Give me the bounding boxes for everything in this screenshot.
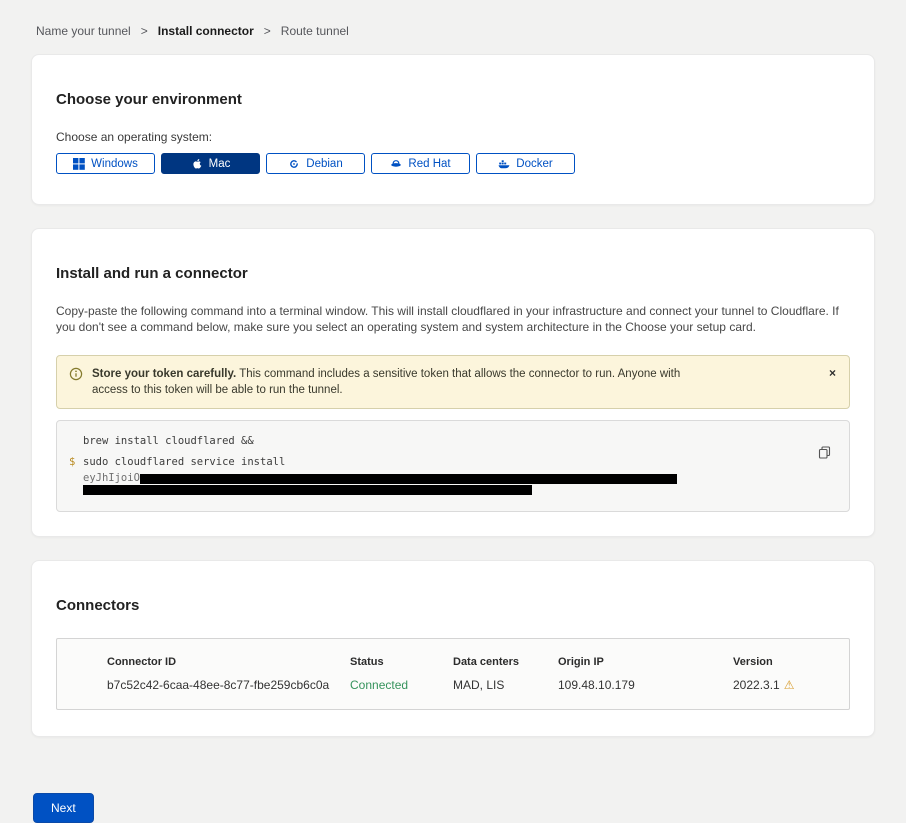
os-button-windows[interactable]: Windows [56,153,155,174]
os-button-label: Windows [91,158,138,170]
os-button-row: Windows Mac Debian [56,153,850,174]
connectors-table: Connector ID Status Data centers Origin … [56,638,850,710]
os-button-label: Docker [516,158,552,170]
cell-origin-ip: 109.48.10.179 [558,678,733,692]
os-button-label: Red Hat [408,158,450,170]
version-text: 2022.3.1 [733,678,780,692]
table-row: b7c52c42-6caa-48ee-8c77-fbe259cb6c0a Con… [57,668,849,709]
col-version: Version [733,656,829,668]
redacted-token-bar [83,485,532,495]
redacted-token-bar [140,474,677,484]
code-line-1-text: brew install cloudflared && [83,431,254,452]
redhat-icon [390,158,402,170]
copy-icon[interactable] [817,445,833,461]
breadcrumb-install-connector[interactable]: Install connector [158,24,254,38]
token-line-1: eyJhIjoiO [69,473,833,484]
docker-icon [498,158,510,170]
info-icon [69,367,83,381]
status-badge: Connected [350,678,453,692]
breadcrumb-separator: > [141,24,148,38]
code-line-1: brew install cloudflared && [69,431,833,452]
connectors-card-title: Connectors [56,597,850,614]
alert-text: Store your token carefully. This command… [92,366,692,398]
os-button-label: Mac [209,158,231,170]
cell-connector-id: b7c52c42-6caa-48ee-8c77-fbe259cb6c0a [107,678,350,692]
breadcrumb-separator: > [264,24,271,38]
install-card: Install and run a connector Copy-paste t… [31,228,875,537]
connectors-table-header: Connector ID Status Data centers Origin … [57,639,849,668]
next-button[interactable]: Next [33,793,94,823]
install-description: Copy-paste the following command into a … [56,303,850,335]
breadcrumb: Name your tunnel > Install connector > R… [0,0,906,54]
install-command-codeblock: brew install cloudflared && $ sudo cloud… [56,420,850,512]
token-warning-alert: Store your token carefully. This command… [56,355,850,409]
os-button-label: Debian [306,158,342,170]
os-select-label: Choose an operating system: [56,130,850,144]
col-origin-ip: Origin IP [558,656,733,668]
breadcrumb-route-tunnel[interactable]: Route tunnel [281,24,349,38]
token-line-2 [69,484,833,495]
token-prefix: eyJhIjoiO [83,473,140,484]
windows-icon [73,158,85,170]
alert-bold-text: Store your token carefully. [92,368,236,380]
breadcrumb-name-your-tunnel[interactable]: Name your tunnel [36,24,131,38]
warning-icon: ⚠ [784,678,795,692]
col-connector-id: Connector ID [107,656,350,668]
cell-data-centers: MAD, LIS [453,678,558,692]
connectors-card: Connectors Connector ID Status Data cent… [31,560,875,737]
install-card-title: Install and run a connector [56,265,850,282]
cell-version: 2022.3.1 ⚠ [733,678,829,692]
os-button-mac[interactable]: Mac [161,153,260,174]
environment-card-title: Choose your environment [56,91,850,108]
col-data-centers: Data centers [453,656,558,668]
environment-card: Choose your environment Choose an operat… [31,54,875,205]
debian-icon [288,158,300,170]
shell-prompt: $ [69,452,83,473]
apple-icon [191,158,203,170]
os-button-redhat[interactable]: Red Hat [371,153,470,174]
code-line-2-text: sudo cloudflared service install [83,452,285,473]
col-status: Status [350,656,453,668]
os-button-docker[interactable]: Docker [476,153,575,174]
code-line-2: $ sudo cloudflared service install [69,452,833,473]
close-icon[interactable]: × [829,367,836,379]
os-button-debian[interactable]: Debian [266,153,365,174]
